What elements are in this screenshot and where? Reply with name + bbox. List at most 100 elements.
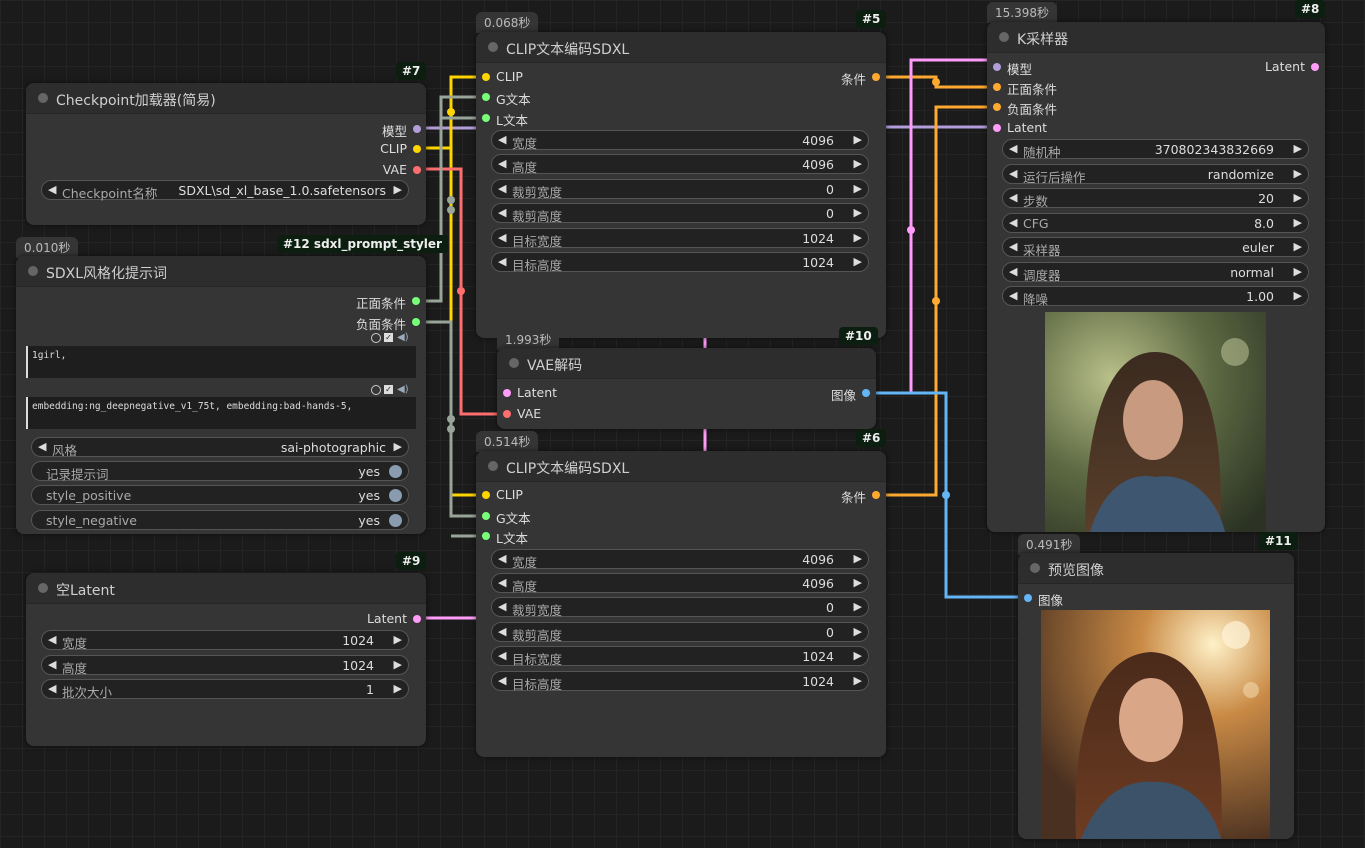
arrow-left-icon[interactable]: ◀ bbox=[38, 440, 46, 453]
toggle-style-negative[interactable]: style_negative yes bbox=[31, 510, 409, 530]
widget-ckpt-name[interactable]: ◀ Checkpoint名称 SDXL\sd_xl_base_1.0.safeten… bbox=[41, 180, 409, 201]
widget-width[interactable]: ◀ 宽度 4096 ▶ bbox=[491, 549, 869, 570]
collapse-dot-icon[interactable] bbox=[509, 358, 519, 368]
arrow-left-icon[interactable]: ◀ bbox=[1009, 142, 1017, 155]
widget-sampler[interactable]: ◀ 采样器 euler ▶ bbox=[1002, 237, 1309, 258]
arrow-right-icon[interactable]: ▶ bbox=[854, 133, 862, 146]
input-g-text[interactable]: G文本 bbox=[482, 507, 602, 526]
widget-crop-width[interactable]: ◀ 裁剪宽度 0 ▶ bbox=[491, 597, 869, 618]
input-image[interactable]: 图像 bbox=[1024, 589, 1144, 608]
node-header[interactable]: 空Latent bbox=[26, 573, 426, 604]
input-g-text[interactable]: G文本 bbox=[482, 88, 602, 107]
widget-height[interactable]: ◀ 高度 4096 ▶ bbox=[491, 573, 869, 594]
toggle-knob-icon[interactable] bbox=[389, 465, 402, 478]
arrow-right-icon[interactable]: ▶ bbox=[1294, 191, 1302, 204]
node-header[interactable]: SDXL风格化提示词 bbox=[16, 256, 426, 287]
toggle-knob-icon[interactable] bbox=[389, 489, 402, 502]
arrow-left-icon[interactable]: ◀ bbox=[498, 625, 506, 638]
node-checkpoint-loader[interactable]: Checkpoint加载器(简易) 模型 CLIP VAE ◀ Checkpoin… bbox=[26, 83, 426, 225]
slot-dot-icon[interactable] bbox=[993, 124, 1001, 132]
widget-scheduler[interactable]: ◀ 调度器 normal ▶ bbox=[1002, 262, 1309, 283]
slot-dot-icon[interactable] bbox=[412, 318, 420, 326]
node-header[interactable]: CLIP文本编码SDXL bbox=[476, 451, 886, 482]
input-vae[interactable]: VAE bbox=[503, 405, 623, 423]
collapse-dot-icon[interactable] bbox=[38, 93, 48, 103]
arrow-right-icon[interactable]: ▶ bbox=[854, 649, 862, 662]
arrow-left-icon[interactable]: ◀ bbox=[498, 133, 506, 146]
arrow-right-icon[interactable]: ▶ bbox=[1294, 240, 1302, 253]
widget-seed[interactable]: ◀ 随机种 370802343832669 ▶ bbox=[1002, 139, 1309, 160]
widget-steps[interactable]: ◀ 步数 20 ▶ bbox=[1002, 188, 1309, 209]
output-positive[interactable]: 正面条件 bbox=[300, 292, 420, 311]
widget-cfg[interactable]: ◀ CFG 8.0 ▶ bbox=[1002, 213, 1309, 233]
widget-width[interactable]: ◀ 宽度 1024 ▶ bbox=[41, 630, 409, 651]
arrow-right-icon[interactable]: ▶ bbox=[854, 552, 862, 565]
slot-dot-icon[interactable] bbox=[413, 615, 421, 623]
arrow-left-icon[interactable]: ◀ bbox=[498, 231, 506, 244]
input-model[interactable]: 模型 bbox=[993, 58, 1113, 77]
input-negative[interactable]: 负面条件 bbox=[993, 98, 1113, 117]
node-header[interactable]: 预览图像 bbox=[1018, 553, 1294, 584]
arrow-right-icon[interactable]: ▶ bbox=[1294, 167, 1302, 180]
collapse-dot-icon[interactable] bbox=[488, 42, 498, 52]
arrow-right-icon[interactable]: ▶ bbox=[1294, 216, 1302, 229]
arrow-left-icon[interactable]: ◀ bbox=[1009, 240, 1017, 253]
collapse-dot-icon[interactable] bbox=[28, 266, 38, 276]
checkbox-icon[interactable]: ✓ bbox=[384, 385, 393, 394]
input-latent[interactable]: Latent bbox=[993, 119, 1113, 137]
input-l-text[interactable]: L文本 bbox=[482, 109, 602, 128]
widget-target-width[interactable]: ◀ 目标宽度 1024 ▶ bbox=[491, 228, 869, 249]
slot-dot-icon[interactable] bbox=[482, 73, 490, 81]
arrow-right-icon[interactable]: ▶ bbox=[394, 682, 402, 695]
slot-dot-icon[interactable] bbox=[482, 532, 490, 540]
arrow-left-icon[interactable]: ◀ bbox=[1009, 191, 1017, 204]
output-model[interactable]: 模型 bbox=[301, 120, 421, 139]
widget-control-after-generate[interactable]: ◀ 运行后操作 randomize ▶ bbox=[1002, 164, 1309, 185]
slot-dot-icon[interactable] bbox=[482, 491, 490, 499]
slot-dot-icon[interactable] bbox=[503, 410, 511, 418]
input-clip[interactable]: CLIP bbox=[482, 486, 602, 504]
speaker-icon[interactable]: ◀) bbox=[397, 384, 409, 395]
output-clip[interactable]: CLIP bbox=[301, 140, 421, 158]
node-preview-image[interactable]: 预览图像 图像 bbox=[1018, 553, 1294, 839]
slot-dot-icon[interactable] bbox=[872, 73, 880, 81]
widget-batch-size[interactable]: ◀ 批次大小 1 ▶ bbox=[41, 679, 409, 700]
arrow-left-icon[interactable]: ◀ bbox=[498, 255, 506, 268]
arrow-left-icon[interactable]: ◀ bbox=[1009, 167, 1017, 180]
node-header[interactable]: VAE解码 bbox=[497, 348, 876, 379]
widget-target-height[interactable]: ◀ 目标高度 1024 ▶ bbox=[491, 671, 869, 692]
input-l-text[interactable]: L文本 bbox=[482, 527, 602, 546]
arrow-left-icon[interactable]: ◀ bbox=[48, 658, 56, 671]
arrow-right-icon[interactable]: ▶ bbox=[394, 658, 402, 671]
positive-prompt-textarea[interactable]: 1girl, bbox=[26, 346, 416, 378]
slot-dot-icon[interactable] bbox=[872, 491, 880, 499]
arrow-right-icon[interactable]: ▶ bbox=[1294, 142, 1302, 155]
slot-dot-icon[interactable] bbox=[862, 389, 870, 397]
node-clip-text-encode-top[interactable]: CLIP文本编码SDXL CLIP G文本 L文本 条件 ◀ 宽度 4096 ▶ ◀ 高… bbox=[476, 32, 886, 338]
arrow-left-icon[interactable]: ◀ bbox=[48, 633, 56, 646]
arrow-right-icon[interactable]: ▶ bbox=[394, 440, 402, 453]
output-negative[interactable]: 负面条件 bbox=[300, 313, 420, 332]
slot-dot-icon[interactable] bbox=[482, 114, 490, 122]
arrow-right-icon[interactable]: ▶ bbox=[854, 576, 862, 589]
node-header[interactable]: Checkpoint加载器(简易) bbox=[26, 83, 426, 114]
arrow-right-icon[interactable]: ▶ bbox=[394, 183, 402, 196]
widget-crop-height[interactable]: ◀ 裁剪高度 0 ▶ bbox=[491, 203, 869, 224]
node-empty-latent[interactable]: 空Latent Latent ◀ 宽度 1024 ▶ ◀ 高度 1024 ▶ ◀ 批次大小 1 ▶ bbox=[26, 573, 426, 746]
arrow-left-icon[interactable]: ◀ bbox=[48, 183, 56, 196]
input-latent[interactable]: Latent bbox=[503, 384, 623, 402]
arrow-left-icon[interactable]: ◀ bbox=[1009, 289, 1017, 302]
widget-style[interactable]: ◀ 风格 sai-photographic ▶ bbox=[31, 437, 409, 458]
widget-denoise[interactable]: ◀ 降噪 1.00 ▶ bbox=[1002, 286, 1309, 307]
arrow-left-icon[interactable]: ◀ bbox=[1009, 265, 1017, 278]
slot-dot-icon[interactable] bbox=[1024, 594, 1032, 602]
node-sdxl-prompt-styler[interactable]: SDXL风格化提示词 正面条件 负面条件 ✓ ◀) 1girl, ✓ ◀) embe… bbox=[16, 256, 426, 534]
widget-height[interactable]: ◀ 高度 4096 ▶ bbox=[491, 154, 869, 175]
output-latent[interactable]: Latent bbox=[1199, 58, 1319, 76]
node-header[interactable]: K采样器 bbox=[987, 22, 1325, 53]
arrow-right-icon[interactable]: ▶ bbox=[854, 674, 862, 687]
arrow-left-icon[interactable]: ◀ bbox=[498, 576, 506, 589]
toggle-knob-icon[interactable] bbox=[389, 514, 402, 527]
node-ksampler[interactable]: K采样器 模型 正面条件 负面条件 Latent Latent ◀ 随机种 3708… bbox=[987, 22, 1325, 532]
arrow-right-icon[interactable]: ▶ bbox=[854, 625, 862, 638]
